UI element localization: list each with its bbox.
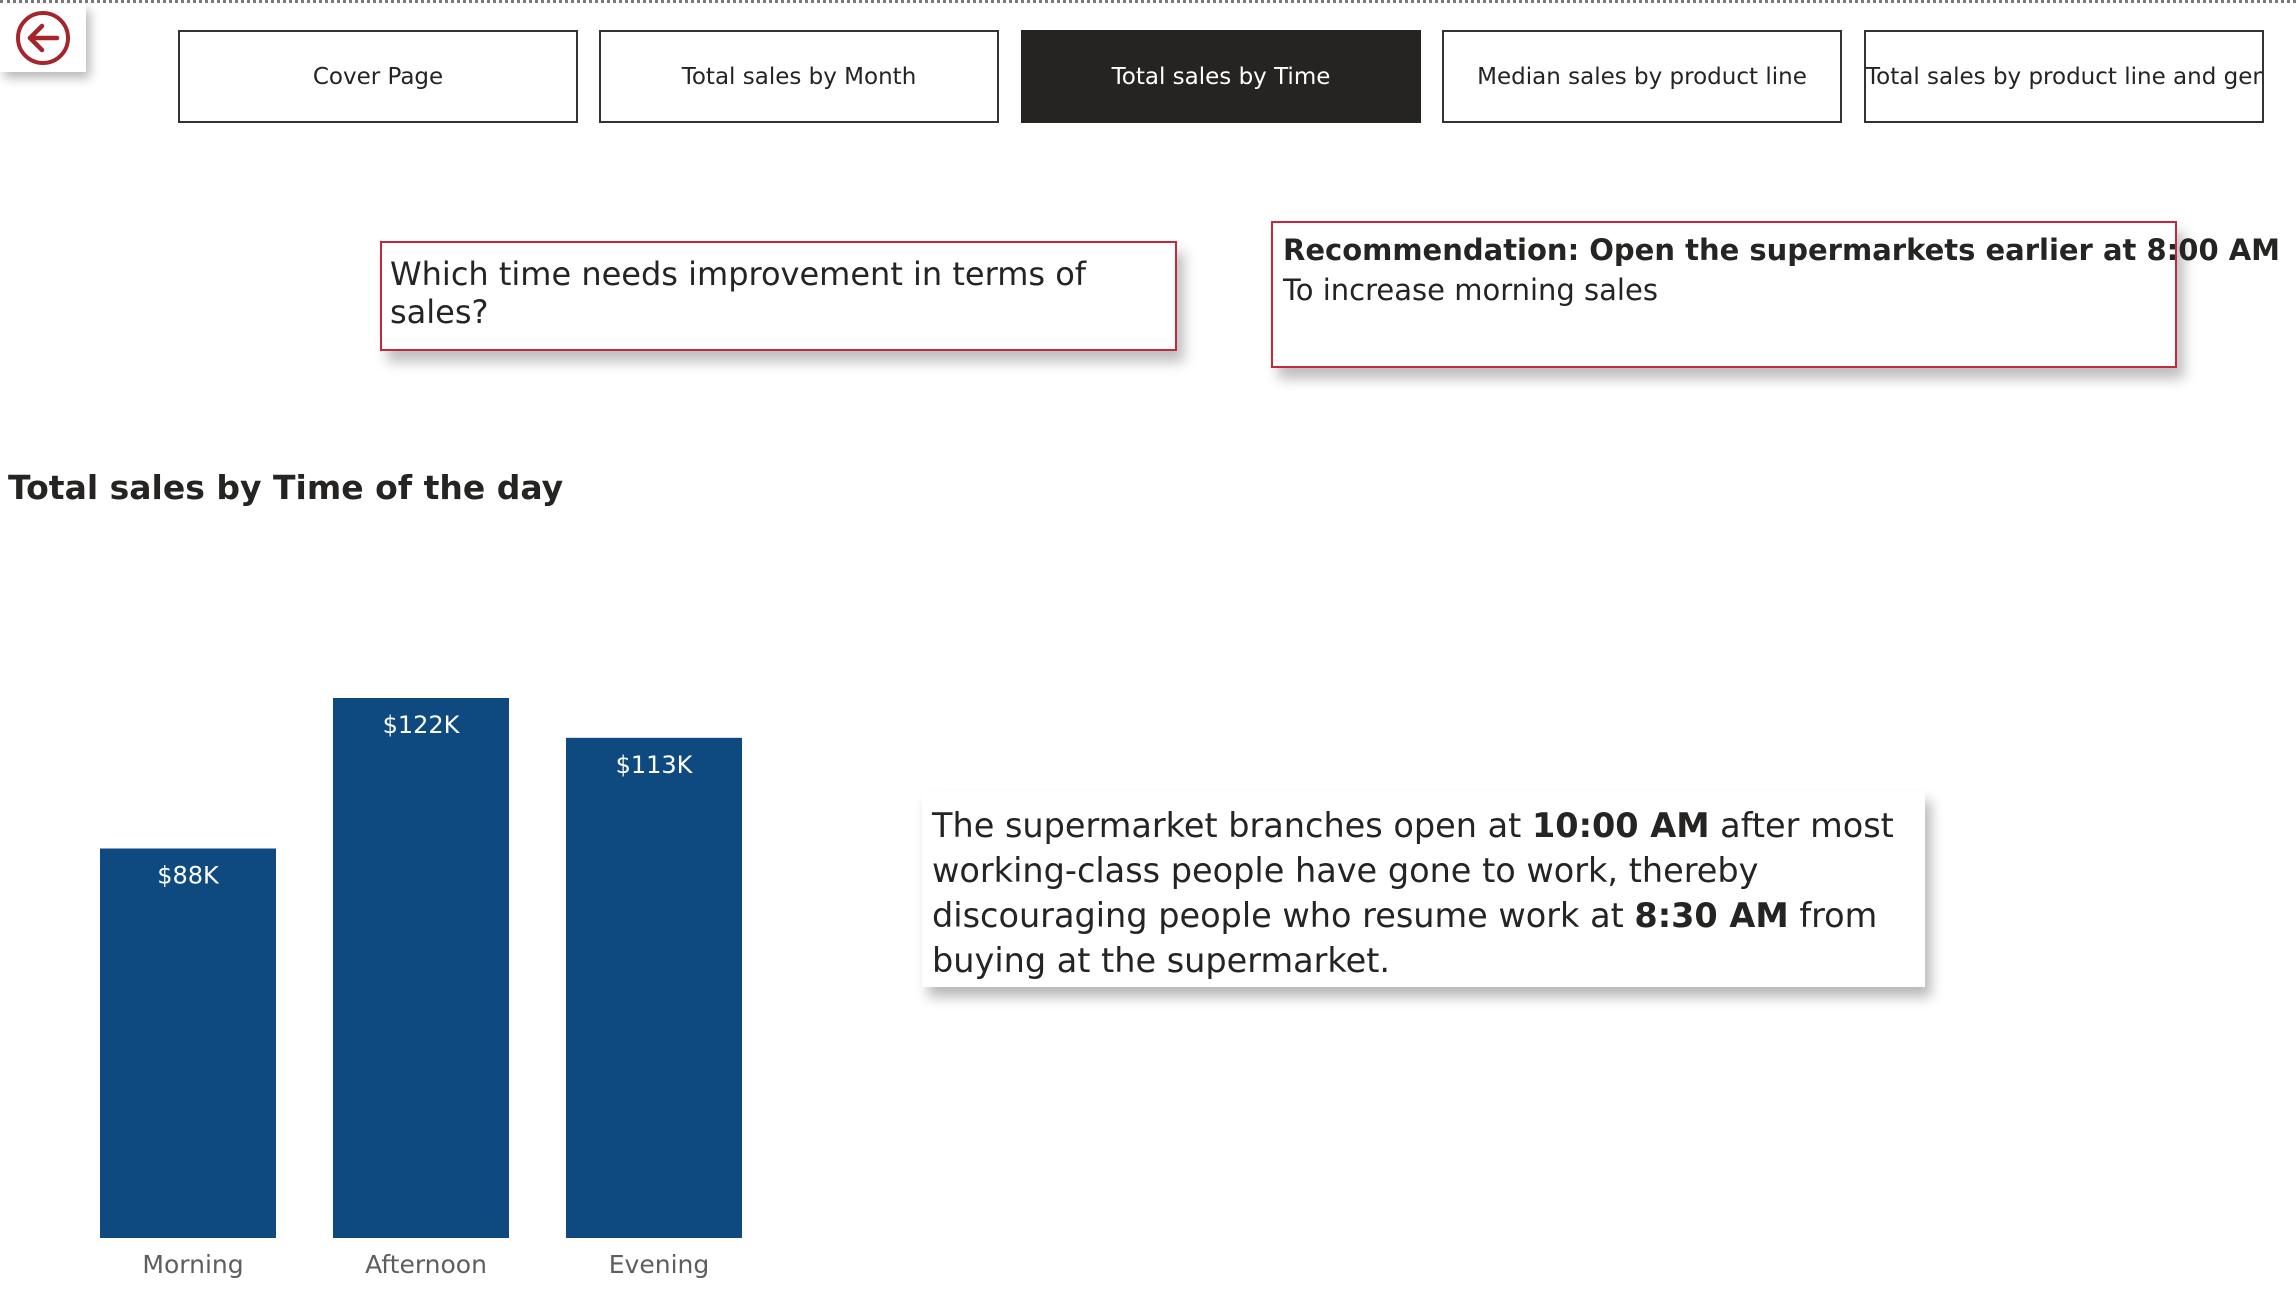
nav-button-median-sales-by-product-line[interactable]: Median sales by product line bbox=[1442, 30, 1842, 123]
category-label-evening: Evening bbox=[609, 1250, 709, 1279]
nav-button-sales-by-time[interactable]: Total sales by Time bbox=[1021, 30, 1421, 123]
data-label-afternoon: $122K bbox=[383, 711, 461, 739]
insight-text-part: The supermarket branches open at bbox=[932, 806, 1532, 845]
insight-text-box: The supermarket branches open at 10:00 A… bbox=[922, 791, 1925, 987]
bar-morning[interactable] bbox=[100, 848, 276, 1238]
category-label-morning: Morning bbox=[142, 1250, 243, 1279]
nav-button-sales-by-product-line-and-gender[interactable]: Total sales by product line and gender bbox=[1864, 30, 2264, 123]
bar-evening[interactable] bbox=[566, 737, 742, 1238]
nav-button-label: Total sales by product line and gender bbox=[1866, 63, 2264, 90]
nav-button-label: Median sales by product line bbox=[1477, 63, 1807, 90]
insight-bold-time-work: 8:30 AM bbox=[1634, 896, 1789, 935]
bar-afternoon[interactable] bbox=[333, 698, 509, 1238]
recommendation-subtitle: To increase morning sales bbox=[1283, 273, 1658, 307]
recommendation-title: Recommendation: Open the supermarkets ea… bbox=[1283, 233, 2281, 267]
data-label-evening: $113K bbox=[616, 751, 694, 779]
data-label-morning: $88K bbox=[157, 861, 220, 889]
insight-bold-time-open: 10:00 AM bbox=[1531, 806, 1710, 845]
recommendation-box: Recommendation: Open the supermarkets ea… bbox=[1271, 221, 2281, 368]
bar-chart: $88K Morning $122K Afternoon $113K Evening bbox=[100, 698, 742, 1279]
nav-button-label: Total sales by Time bbox=[1111, 63, 1331, 90]
category-label-afternoon: Afternoon bbox=[365, 1250, 487, 1279]
